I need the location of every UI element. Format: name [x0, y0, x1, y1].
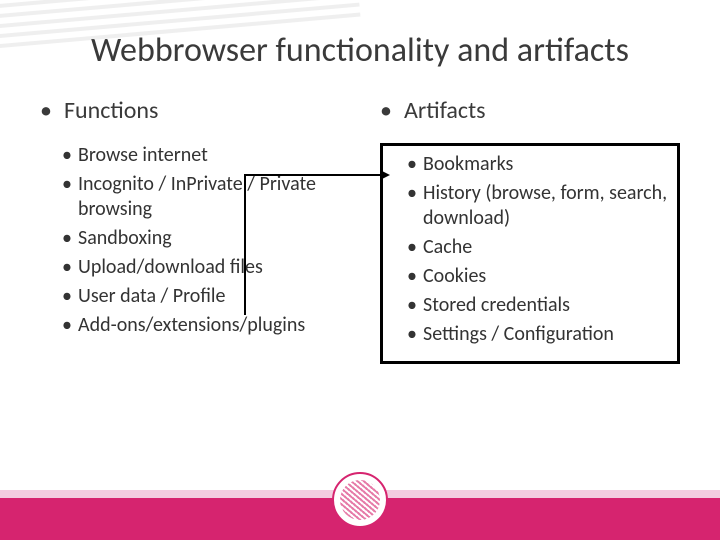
- list-item: Upload/download files: [62, 255, 340, 280]
- list-item: History (browse, form, search, download): [407, 181, 669, 231]
- artifacts-box: Bookmarks History (browse, form, search,…: [380, 143, 680, 364]
- list-item: Browse internet: [62, 143, 340, 168]
- list-item: User data / Profile: [62, 284, 340, 309]
- footer-logo: [332, 472, 388, 528]
- logo-icon: [340, 480, 380, 520]
- functions-list: Browse internet Incognito / InPrivate / …: [40, 143, 340, 338]
- functions-column: Functions Browse internet Incognito / In…: [40, 96, 340, 364]
- footer: [0, 470, 720, 540]
- list-item: Add-ons/extensions/plugins: [62, 313, 340, 338]
- artifacts-heading: Artifacts: [380, 96, 680, 125]
- list-item: Settings / Configuration: [407, 322, 669, 347]
- list-item: Cookies: [407, 264, 669, 289]
- artifacts-column: Artifacts Bookmarks History (browse, for…: [380, 96, 680, 364]
- list-item: Incognito / InPrivate / Private browsing: [62, 172, 340, 222]
- content-area: Functions Browse internet Incognito / In…: [0, 71, 720, 364]
- functions-heading: Functions: [40, 96, 340, 125]
- list-item: Stored credentials: [407, 293, 669, 318]
- artifacts-list: Bookmarks History (browse, form, search,…: [385, 152, 669, 347]
- list-item: Cache: [407, 235, 669, 260]
- list-item: Sandboxing: [62, 226, 340, 251]
- list-item: Bookmarks: [407, 152, 669, 177]
